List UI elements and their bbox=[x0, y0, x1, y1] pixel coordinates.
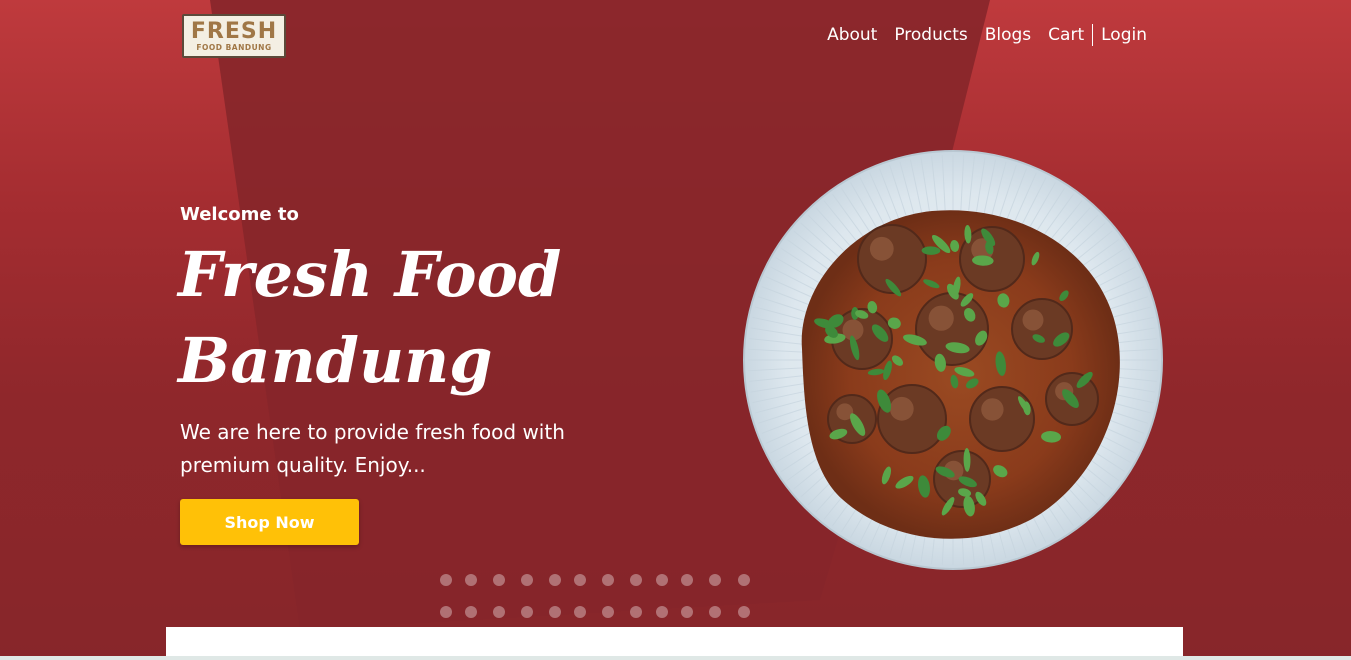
nav-divider bbox=[1092, 24, 1094, 46]
hero-title-line1: Fresh Food bbox=[178, 238, 562, 311]
meatball-plate-image bbox=[742, 149, 1164, 571]
decorative-dot bbox=[465, 606, 477, 618]
decorative-dot bbox=[738, 606, 750, 618]
nav-about[interactable]: About bbox=[827, 25, 877, 45]
decorative-dot bbox=[574, 606, 586, 618]
hero-welcome-text: Welcome to bbox=[180, 204, 299, 225]
plate-illustration bbox=[743, 150, 1163, 570]
decorative-dot bbox=[630, 574, 642, 586]
decorative-dot bbox=[549, 606, 561, 618]
decorative-dot bbox=[549, 574, 561, 586]
decorative-dot bbox=[521, 574, 533, 586]
hero-section: FRESH FOOD BANDUNG About Products Blogs … bbox=[0, 0, 1351, 660]
decorative-dot bbox=[440, 606, 452, 618]
logo-main-text: FRESH bbox=[190, 18, 278, 44]
decorative-dot bbox=[602, 606, 614, 618]
site-logo[interactable]: FRESH FOOD BANDUNG bbox=[182, 14, 286, 58]
nav-blogs[interactable]: Blogs bbox=[985, 25, 1031, 45]
nav-login[interactable]: Login bbox=[1101, 25, 1147, 45]
decorative-dot bbox=[681, 606, 693, 618]
hero-title: Fresh Food Bandung bbox=[178, 232, 618, 404]
decorative-dot bbox=[440, 574, 452, 586]
hero-description: We are here to provide fresh food with p… bbox=[180, 420, 565, 477]
decorative-dot bbox=[656, 574, 668, 586]
decorative-dot bbox=[521, 606, 533, 618]
hero-title-line2: Bandung bbox=[178, 324, 493, 397]
decorative-dot bbox=[656, 606, 668, 618]
nav-cart[interactable]: Cart bbox=[1048, 25, 1084, 45]
shop-now-button[interactable]: Shop Now bbox=[180, 499, 359, 545]
main-nav: About Products Blogs Cart Login bbox=[810, 24, 1147, 46]
decorative-dot bbox=[493, 574, 505, 586]
decorative-dot bbox=[709, 606, 721, 618]
decorative-dot bbox=[602, 574, 614, 586]
bottom-image-strip bbox=[0, 656, 1351, 660]
decorative-dot bbox=[681, 574, 693, 586]
decorative-dot bbox=[630, 606, 642, 618]
decorative-dot bbox=[465, 574, 477, 586]
decorative-dot bbox=[738, 574, 750, 586]
logo-sub-text: FOOD BANDUNG bbox=[196, 42, 272, 52]
decorative-dot bbox=[709, 574, 721, 586]
decorative-dot bbox=[574, 574, 586, 586]
nav-products[interactable]: Products bbox=[894, 25, 967, 45]
decorative-dot-grid bbox=[440, 574, 760, 618]
decorative-dot bbox=[493, 606, 505, 618]
